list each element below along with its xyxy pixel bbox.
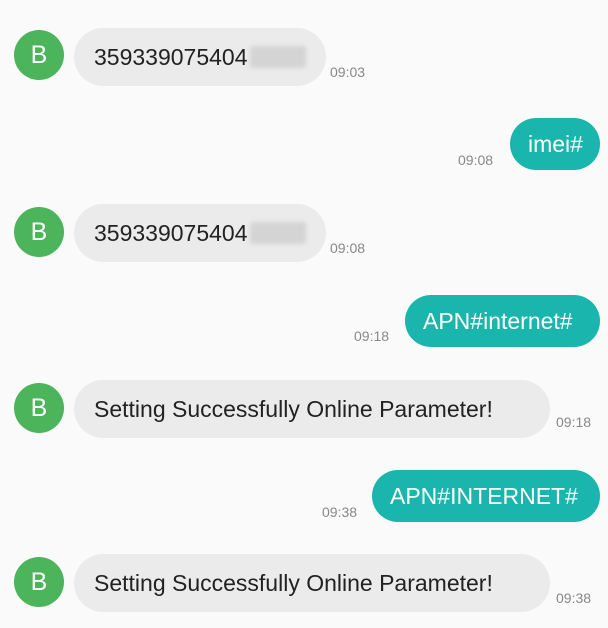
message-text: Setting Successfully Online Parameter! bbox=[94, 570, 493, 596]
incoming-message-bubble[interactable]: 359339075404 bbox=[74, 204, 326, 262]
message-timestamp: 09:38 bbox=[322, 504, 358, 520]
message-timestamp: 09:18 bbox=[354, 328, 390, 344]
sender-avatar[interactable]: B bbox=[14, 30, 64, 80]
message-timestamp: 09:08 bbox=[330, 240, 366, 256]
outgoing-message-bubble[interactable]: APN#INTERNET# bbox=[372, 470, 600, 522]
incoming-message-bubble[interactable]: 359339075404 bbox=[74, 28, 326, 86]
sender-avatar[interactable]: B bbox=[14, 383, 64, 433]
message-text: 359339075404 bbox=[94, 220, 248, 246]
message-timestamp: 09:08 bbox=[458, 152, 494, 168]
sender-avatar[interactable]: B bbox=[14, 557, 64, 607]
message-text: Setting Successfully Online Parameter! bbox=[94, 396, 493, 422]
message-timestamp: 09:38 bbox=[556, 590, 592, 606]
redacted-digits bbox=[249, 222, 306, 244]
outgoing-message-bubble[interactable]: APN#internet# bbox=[405, 295, 600, 347]
message-timestamp: 09:03 bbox=[330, 64, 366, 80]
outgoing-message-bubble[interactable]: imei# bbox=[510, 118, 600, 170]
incoming-message-bubble[interactable]: Setting Successfully Online Parameter! bbox=[74, 554, 550, 612]
sender-avatar[interactable]: B bbox=[14, 207, 64, 257]
redacted-digits bbox=[249, 46, 306, 68]
message-text: 359339075404 bbox=[94, 44, 248, 70]
incoming-message-bubble[interactable]: Setting Successfully Online Parameter! bbox=[74, 380, 550, 438]
message-timestamp: 09:18 bbox=[556, 414, 592, 430]
